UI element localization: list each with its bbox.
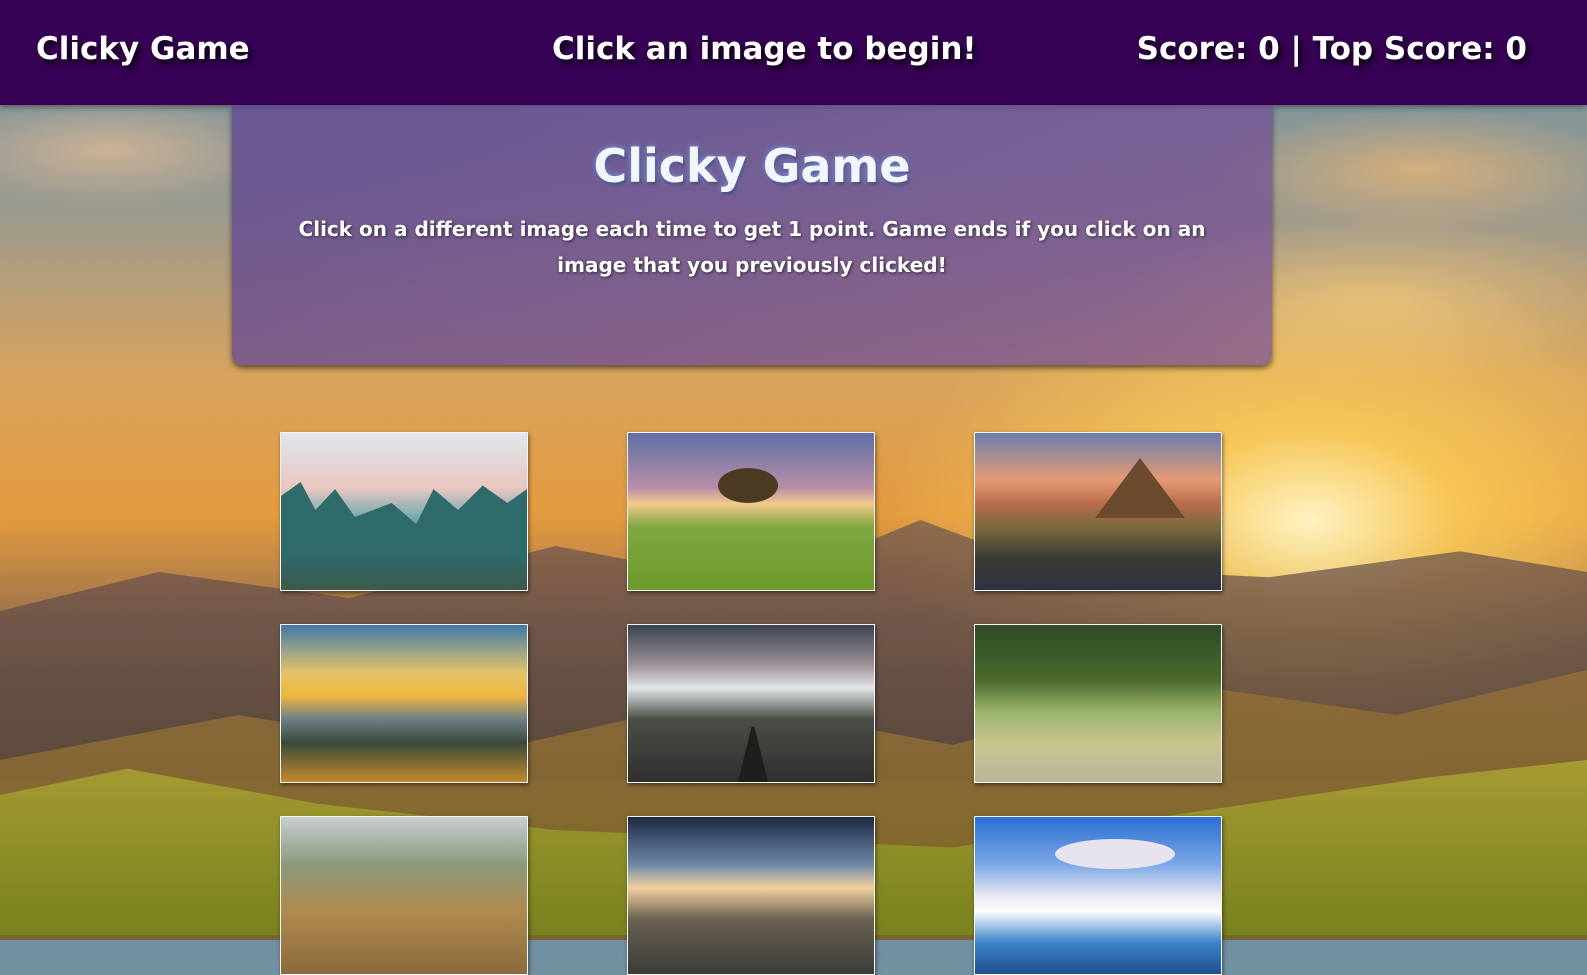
image-card-mountain-road[interactable] (627, 624, 875, 783)
image-grid (280, 432, 1225, 975)
image-card-sunrise-lake-flowers[interactable] (280, 624, 528, 783)
status-message: Click an image to begin! (552, 31, 977, 67)
landscape-image (628, 625, 874, 782)
image-card-aerial-boardwalk[interactable] (280, 816, 528, 975)
image-card-coastal-valley[interactable] (627, 816, 875, 975)
landscape-image (281, 625, 527, 782)
image-card-valley-river[interactable] (280, 432, 528, 591)
landscape-image (281, 433, 527, 590)
image-card-waterfall-mountain[interactable] (974, 432, 1222, 591)
image-card-meadow-tree[interactable] (974, 624, 1222, 783)
brand-title[interactable]: Clicky Game (36, 28, 250, 70)
game-instructions: Click on a different image each time to … (298, 217, 1206, 277)
page-title: Clicky Game (593, 139, 911, 193)
landscape-image (628, 817, 874, 974)
landscape-image (975, 625, 1221, 782)
jumbotron: Clicky Game Click on a different image e… (232, 105, 1272, 365)
landscape-image (281, 817, 527, 974)
landscape-image (975, 433, 1221, 590)
image-card-tree-field-sunset[interactable] (627, 432, 875, 591)
navbar: Clicky Game Click an image to begin! Sco… (0, 0, 1587, 105)
image-card-glacier-icebergs[interactable] (974, 816, 1222, 975)
landscape-image (628, 433, 874, 590)
score-display: Score: 0 | Top Score: 0 (1136, 31, 1527, 67)
landscape-image (975, 817, 1221, 974)
